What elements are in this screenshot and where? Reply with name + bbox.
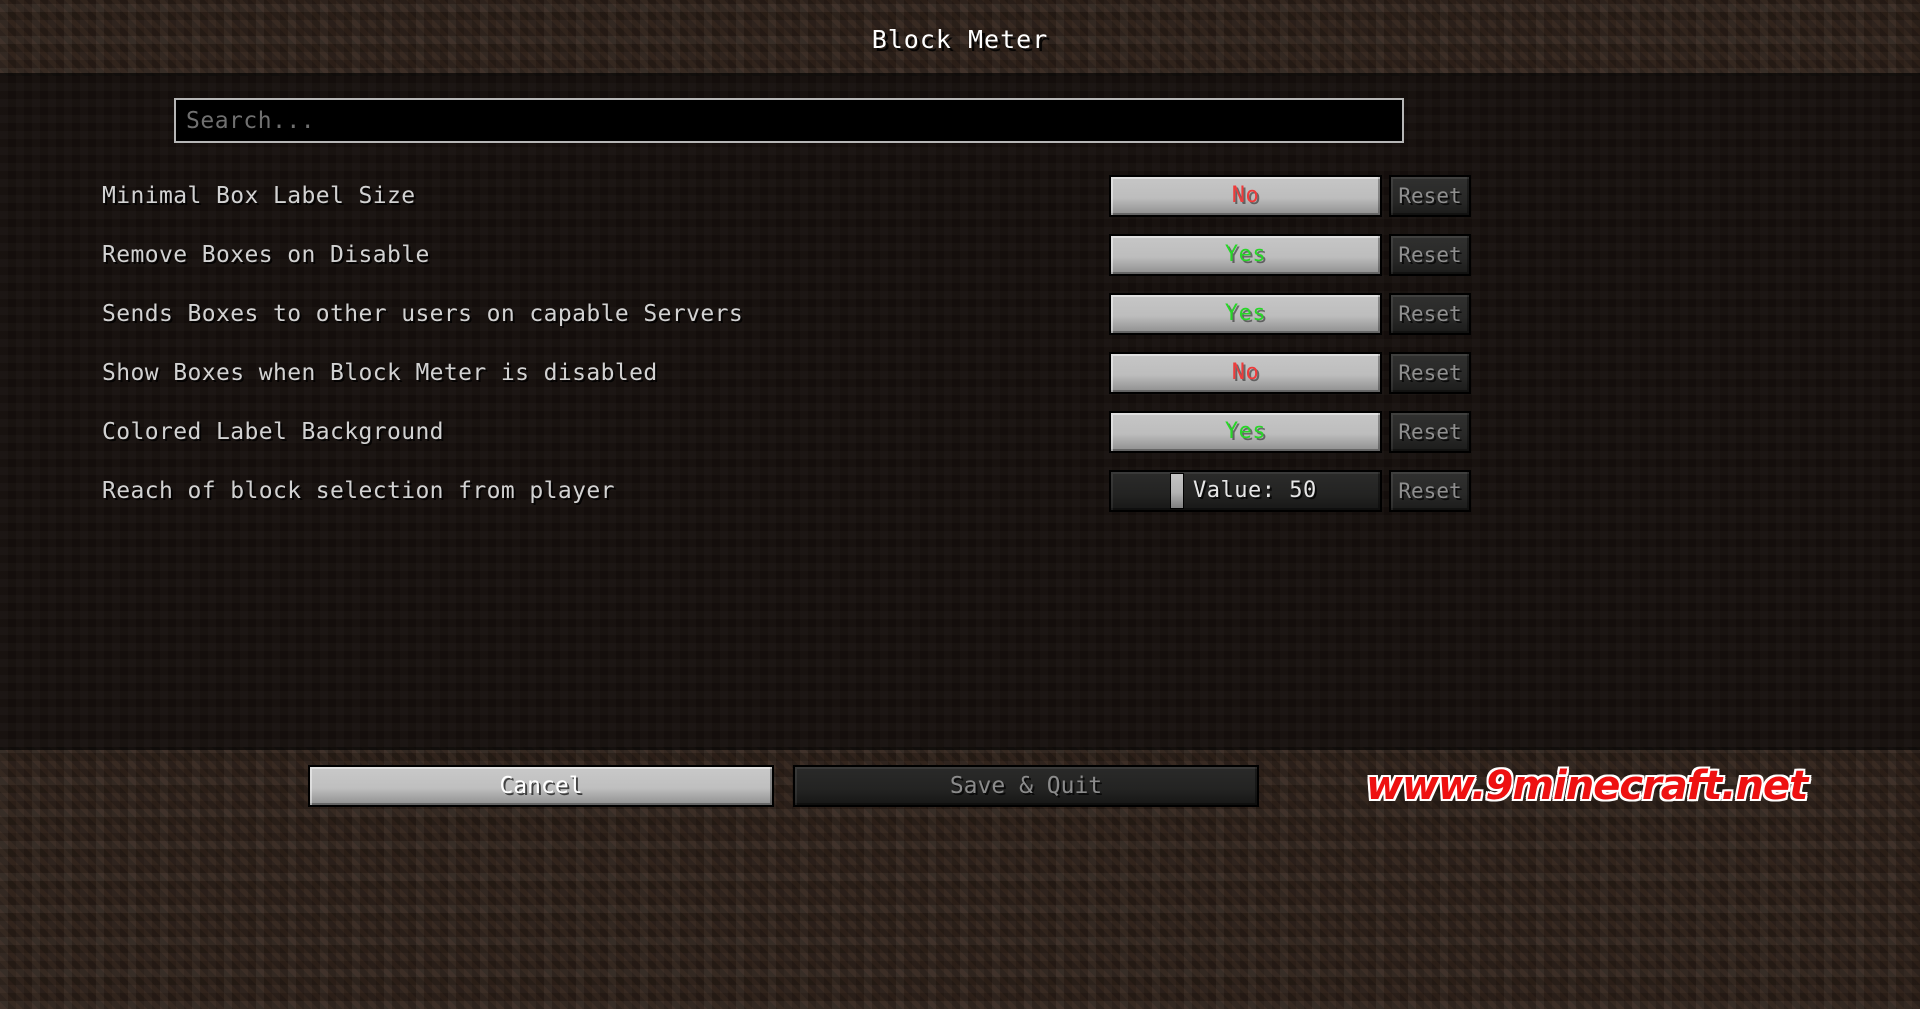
- save-and-quit-button[interactable]: Save & Quit: [793, 765, 1259, 807]
- reset-button-sends-boxes-to-other-users[interactable]: Reset: [1389, 292, 1471, 335]
- reset-button-remove-boxes-on-disable[interactable]: Reset: [1389, 233, 1471, 276]
- toggle-button-remove-boxes-on-disable[interactable]: Yes: [1109, 233, 1382, 276]
- option-row: Remove Boxes on Disable Yes Reset: [0, 225, 1920, 284]
- minecraft-config-screen: Block Meter Minimal Box Label Size No Re…: [0, 0, 1920, 1009]
- reset-button-colored-label-background[interactable]: Reset: [1389, 410, 1471, 453]
- option-label: Minimal Box Label Size: [102, 182, 416, 209]
- toggle-button-show-boxes-when-disabled[interactable]: No: [1109, 351, 1382, 394]
- site-watermark: www.9minecraft.net: [1366, 763, 1808, 809]
- slider-reach-of-block-selection[interactable]: Value: 50: [1109, 469, 1382, 512]
- option-control: No Reset: [1109, 351, 1471, 394]
- option-label: Remove Boxes on Disable: [102, 241, 430, 268]
- toggle-button-minimal-box-label-size[interactable]: No: [1109, 174, 1382, 217]
- options-list: Minimal Box Label Size No Reset Remove B…: [0, 166, 1920, 520]
- toggle-button-colored-label-background[interactable]: Yes: [1109, 410, 1382, 453]
- option-control: Yes Reset: [1109, 410, 1471, 453]
- toggle-button-sends-boxes-to-other-users[interactable]: Yes: [1109, 292, 1382, 335]
- option-label: Show Boxes when Block Meter is disabled: [102, 359, 658, 386]
- slider-value-label: Value: 50: [1193, 478, 1317, 503]
- search-box[interactable]: [174, 98, 1404, 143]
- option-label: Sends Boxes to other users on capable Se…: [102, 300, 744, 327]
- option-label: Reach of block selection from player: [102, 477, 615, 504]
- option-row: Show Boxes when Block Meter is disabled …: [0, 343, 1920, 402]
- option-label: Colored Label Background: [102, 418, 444, 445]
- page-title: Block Meter: [871, 25, 1049, 54]
- option-control: Yes Reset: [1109, 292, 1471, 335]
- reset-button-reach-of-block-selection[interactable]: Reset: [1389, 469, 1471, 512]
- option-row: Reach of block selection from player Val…: [0, 461, 1920, 520]
- slider-handle[interactable]: [1170, 472, 1185, 509]
- option-row: Colored Label Background Yes Reset: [0, 402, 1920, 461]
- option-row: Sends Boxes to other users on capable Se…: [0, 284, 1920, 343]
- search-input[interactable]: [176, 100, 1402, 141]
- option-control: Value: 50 Reset: [1109, 469, 1471, 512]
- option-control: No Reset: [1109, 174, 1471, 217]
- reset-button-minimal-box-label-size[interactable]: Reset: [1389, 174, 1471, 217]
- footer-bar: Cancel Save & Quit www.9minecraft.net: [0, 747, 1920, 1009]
- option-control: Yes Reset: [1109, 233, 1471, 276]
- cancel-button[interactable]: Cancel: [308, 765, 774, 807]
- option-row: Minimal Box Label Size No Reset: [0, 166, 1920, 225]
- reset-button-show-boxes-when-disabled[interactable]: Reset: [1389, 351, 1471, 394]
